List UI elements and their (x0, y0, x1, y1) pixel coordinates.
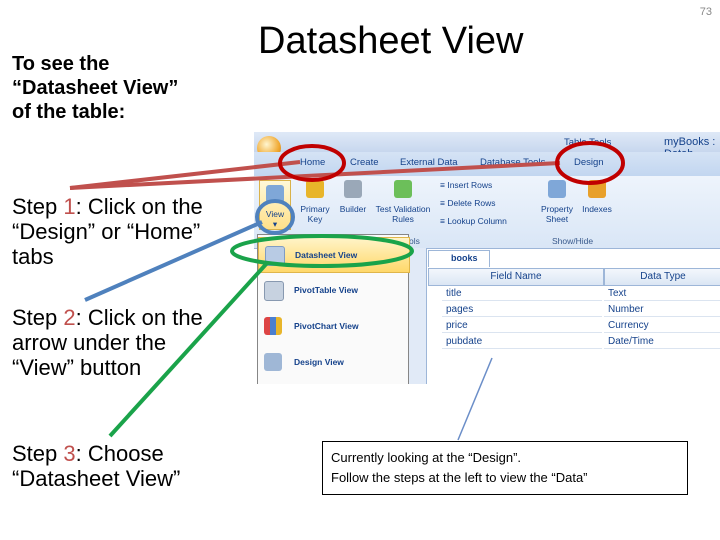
ring-view-button (255, 199, 295, 235)
ring-design-tab (555, 141, 625, 185)
annotation-overlay (69, 141, 625, 441)
callout-pointer (457, 357, 493, 441)
step1-pointer-design (69, 161, 561, 190)
step2-pointer (84, 220, 263, 302)
step3-pointer (108, 260, 270, 438)
ring-datasheet-view (230, 234, 414, 268)
